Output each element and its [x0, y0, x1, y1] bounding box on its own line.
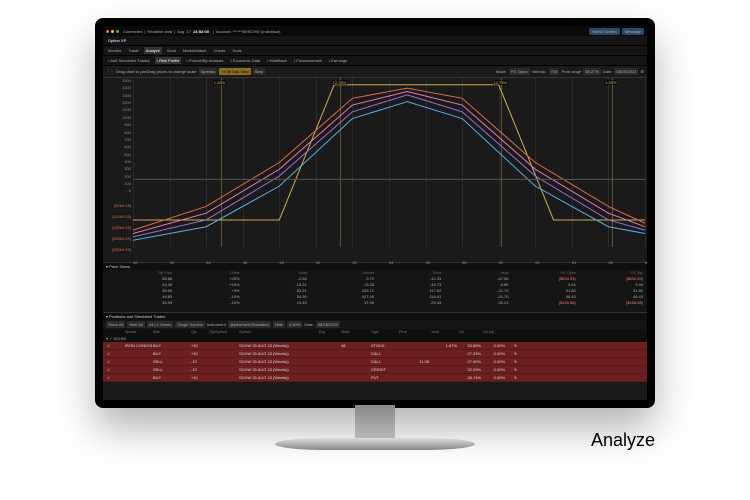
subtab-probability-analysis[interactable]: • Probability Analysis	[184, 57, 225, 64]
subtab-economic-data[interactable]: • Economic Data	[228, 57, 262, 64]
prob-hide[interactable]: Hide	[273, 321, 285, 328]
group-row[interactable]: ▾ ✓ SCHW	[103, 335, 647, 342]
prob-range-label: Prob range	[561, 69, 581, 74]
position-row[interactable]: ✓SELL-10SCHW 25 AUG 23 (Weekly)CREDIT32.…	[103, 366, 647, 374]
window-controls[interactable]	[106, 30, 119, 33]
symbol-row: Option XP	[103, 36, 647, 46]
tab-tools[interactable]: Tools	[230, 47, 243, 54]
clock: 13:52:00	[193, 29, 209, 34]
positions-toolbar: Show All Hide All All | 1 Series Single …	[103, 320, 647, 329]
positions-header[interactable]: ▾ Positions and Simulated Trades	[103, 312, 647, 320]
maximize-icon[interactable]	[116, 30, 119, 33]
price-slices-header[interactable]: ▾ Price Slices	[103, 262, 647, 270]
position-row[interactable]: ✓BUY+10SCHW 25 AUG 23 (Weekly)PUT38.74%0…	[103, 374, 647, 382]
home-button[interactable]: Home Screen	[589, 28, 619, 35]
date-label: Date:	[603, 69, 613, 74]
position-row[interactable]: ✓SELL-10SCHW 25 AUG 23 (Weekly)CALL11.08…	[103, 358, 647, 366]
monitor-stand-base	[275, 438, 475, 450]
account-label[interactable]: Account: ******98/SCHW (Individual)	[216, 29, 280, 34]
y-axis: 1500140013001200110010009008007006005004…	[103, 78, 133, 262]
subtab-earnings[interactable]: • Earnings	[327, 57, 349, 64]
app-screen: Connected | Realtime data | Aug. 17 13:5…	[103, 26, 647, 400]
step-button[interactable]: Step	[253, 68, 265, 75]
positions-panel: Show All Hide All All | 1 Series Single …	[103, 320, 647, 382]
spreads-button[interactable]: Spreads	[199, 68, 218, 75]
monitor-frame: Connected | Realtime data | Aug. 17 13:5…	[95, 18, 655, 408]
chart-curves	[133, 78, 645, 247]
show-all-button[interactable]: Show All	[106, 321, 125, 328]
tab-analyze[interactable]: Analyze	[144, 47, 162, 54]
series-filter[interactable]: All | 1 Series	[147, 321, 173, 328]
intrinsic-select[interactable]: ITM	[549, 68, 560, 75]
gear-icon[interactable]: ⚙	[640, 69, 644, 74]
price-slice-row[interactable]: 45.95-15%13.4517.96-25.43-30.23($155.58)…	[103, 299, 647, 305]
subtab-risk-profile[interactable]: • Risk Profile	[155, 57, 182, 64]
subtab-thinkback[interactable]: • thinkBack	[265, 57, 289, 64]
title-bar: Connected | Realtime data | Aug. 17 13:5…	[103, 26, 647, 36]
prob-value[interactable]: 4.50%	[287, 321, 302, 328]
single-symbol-button[interactable]: Single Symbol	[175, 321, 205, 328]
pos-date-label: Date:	[304, 322, 314, 327]
sub-tabs: • Add Simulated Trades• Risk Profile• Pr…	[103, 56, 647, 66]
mode-label: Mode:	[496, 69, 507, 74]
prob-marker: 12.75%	[332, 80, 348, 85]
hide-all-button[interactable]: Hide All	[127, 321, 145, 328]
drag-hint: Drag chart to panDrag prices to change s…	[116, 69, 197, 74]
prob-marker: 1.28%	[213, 80, 226, 85]
position-row[interactable]: ✓BUY+10SCHW 25 AUG 23 (Weekly)CALL27.33%…	[103, 350, 647, 358]
tab-marketwatch[interactable]: MarketWatch	[181, 47, 208, 54]
caption-text: Analyze	[591, 430, 655, 451]
chart-toolbar: ⋮⋮ Drag chart to panDrag prices to chang…	[103, 66, 647, 77]
main-tabs: MonitorTrade AnalyzeScanMarketWatchCharts…	[103, 46, 647, 56]
conn-status: Connected	[123, 29, 142, 34]
tab-charts[interactable]: Charts	[211, 47, 227, 54]
day-step-chip[interactable]: +4 @ Day Step	[219, 68, 250, 75]
monitor-stand-neck	[355, 405, 395, 440]
close-icon[interactable]	[106, 30, 109, 33]
instrument-value[interactable]: @price/sell-Simulated	[228, 321, 271, 328]
tab-monitor[interactable]: Monitor	[106, 47, 123, 54]
instrument-label: Instrument	[207, 322, 226, 327]
intrinsic-label: Intrinsic:	[532, 69, 547, 74]
grip-icon[interactable]: ⋮⋮	[106, 69, 114, 74]
message-button[interactable]: Message	[622, 28, 644, 35]
date-select[interactable]: 08/25/2023	[614, 68, 638, 75]
tab-trade[interactable]: Trade	[126, 47, 140, 54]
prob-range-value[interactable]: 68.27%	[583, 68, 601, 75]
pos-date-select[interactable]: 08/18/2023	[316, 321, 340, 328]
subtab-fundamentals[interactable]: • Fundamentals	[292, 57, 324, 64]
date-short: Aug. 17	[177, 29, 191, 34]
realtime-label: Realtime data	[147, 29, 172, 34]
prob-marker: 1.28%	[604, 80, 617, 85]
minimize-icon[interactable]	[111, 30, 114, 33]
subtab-add-simulated-trades[interactable]: • Add Simulated Trades	[106, 57, 152, 64]
price-slices-table: Stk PriceOffsetDeltaGammaThetaVegaP/L Op…	[103, 270, 647, 312]
prob-marker: 12.75%	[493, 80, 509, 85]
symbol-field[interactable]: Option XP	[106, 37, 128, 44]
mode-select[interactable]: P/L Open	[509, 68, 530, 75]
risk-profile-chart[interactable]: 1500140013001200110010009008007006005004…	[103, 77, 647, 262]
position-row[interactable]: ✓IRON CONDORBUY+10SCHW 25 AUG 23 (Weekly…	[103, 342, 647, 350]
tab-scan[interactable]: Scan	[165, 47, 178, 54]
